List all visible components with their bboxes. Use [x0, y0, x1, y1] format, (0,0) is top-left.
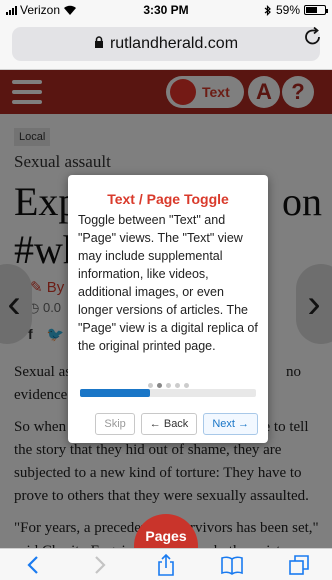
status-bar: Verizon 3:30 PM 59% [0, 0, 332, 20]
reload-icon[interactable] [304, 26, 322, 52]
step-dot[interactable] [165, 383, 171, 388]
modal-body: Toggle between "Text" and "Page" views. … [78, 213, 258, 353]
address-bar[interactable]: rutlandherald.com [12, 27, 320, 61]
url-text: rutlandherald.com [109, 35, 239, 52]
battery-icon [304, 5, 328, 15]
step-dot[interactable] [147, 383, 153, 388]
step-dots [68, 383, 268, 388]
progress-bar [80, 389, 256, 397]
bluetooth-icon [264, 4, 271, 16]
chevron-left-icon[interactable] [19, 552, 47, 578]
modal-buttons: Skip ← Back Next → [95, 413, 258, 435]
back-button[interactable]: ← Back [140, 413, 198, 435]
lock-icon [94, 36, 104, 52]
step-dot[interactable] [183, 383, 189, 388]
step-dot-active[interactable] [156, 383, 162, 388]
battery-percent: 59% [275, 3, 300, 17]
browser-address-area: rutlandherald.com [0, 20, 332, 70]
share-icon[interactable] [152, 552, 180, 578]
chevron-right-icon[interactable] [86, 552, 114, 578]
browser-toolbar [0, 548, 332, 580]
progress-fill [80, 389, 151, 397]
onboarding-modal: Text / Page Toggle Toggle between "Text"… [68, 175, 268, 443]
skip-button[interactable]: Skip [95, 413, 135, 435]
tabs-icon[interactable] [285, 552, 313, 578]
step-dot[interactable] [174, 383, 180, 388]
modal-title: Text / Page Toggle [107, 191, 229, 207]
next-button[interactable]: Next → [203, 413, 258, 435]
book-icon[interactable] [218, 552, 246, 578]
battery-info: 59% [264, 3, 328, 17]
